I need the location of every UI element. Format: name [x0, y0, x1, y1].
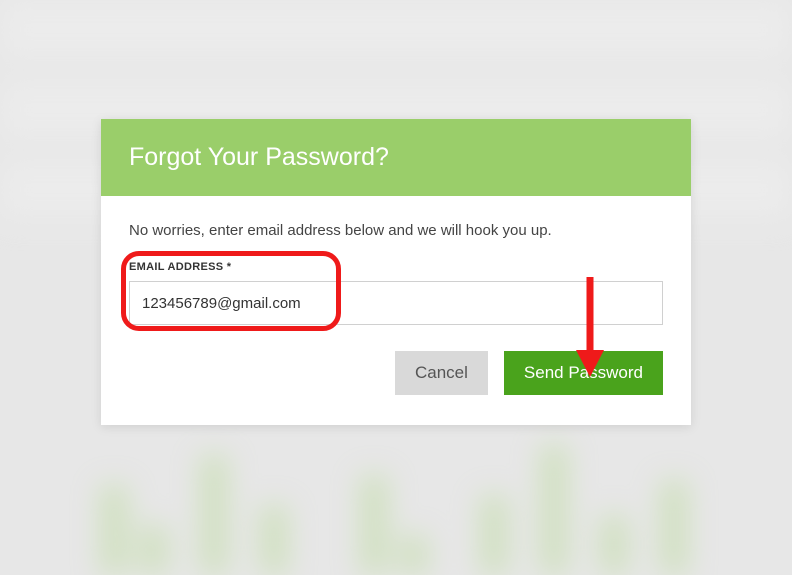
- modal-title: Forgot Your Password?: [129, 143, 663, 172]
- modal-header: Forgot Your Password?: [101, 119, 691, 196]
- send-password-button[interactable]: Send Password: [504, 351, 663, 395]
- modal-subtitle: No worries, enter email address below an…: [129, 222, 663, 239]
- email-field-group: EMAIL ADDRESS *: [129, 261, 663, 325]
- email-input[interactable]: [129, 281, 663, 325]
- modal-body: No worries, enter email address below an…: [101, 196, 691, 425]
- forgot-password-modal: Forgot Your Password? No worries, enter …: [101, 119, 691, 425]
- button-row: Cancel Send Password: [129, 351, 663, 395]
- email-label: EMAIL ADDRESS *: [129, 261, 663, 273]
- cancel-button[interactable]: Cancel: [395, 351, 488, 395]
